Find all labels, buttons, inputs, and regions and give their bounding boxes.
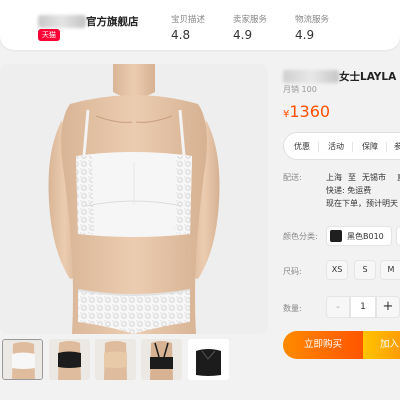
- store-name: 官方旗舰店: [86, 16, 139, 28]
- ship-to-city[interactable]: 无锡市: [362, 172, 386, 183]
- price: ¥1360: [283, 102, 330, 121]
- thumbnail-image: [3, 340, 42, 379]
- store-header: 官方旗舰店 天猫 宝贝描述 4.8 卖家服务 4.9 物流服务 4.9: [0, 0, 400, 50]
- score-description: 宝贝描述 4.8: [171, 13, 205, 42]
- promo-activity[interactable]: 活动: [328, 141, 344, 152]
- quantity-decrease-button[interactable]: -: [326, 296, 350, 318]
- tmall-badge: 天猫: [38, 29, 60, 41]
- score-value: 4.8: [171, 28, 191, 42]
- thumbnail-image: [188, 339, 229, 380]
- price-value: 1360: [289, 102, 331, 121]
- thumbnail-image: [141, 339, 182, 380]
- thumbnail-white-cami[interactable]: [2, 339, 43, 380]
- store-name-blurred: [38, 15, 86, 28]
- promo-discount[interactable]: 优惠: [294, 141, 310, 152]
- main-product-image[interactable]: [0, 64, 268, 334]
- title-blurred: [283, 70, 339, 83]
- thumbnail-image: [95, 339, 136, 380]
- promo-bar: 优惠 活动 保障 参: [283, 132, 400, 160]
- promo-divider: [386, 142, 387, 152]
- score-logistics: 物流服务 4.9: [295, 13, 329, 42]
- promo-guarantee[interactable]: 保障: [362, 141, 378, 152]
- shipping-label: 配送:: [283, 173, 302, 182]
- score-value: 4.9: [233, 28, 253, 42]
- score-service: 卖家服务 4.9: [233, 13, 267, 42]
- promo-divider: [352, 142, 353, 152]
- model-photo: [0, 64, 268, 334]
- shipping-fee: 快递: 免运费: [326, 186, 372, 195]
- color-name: 黑色B010: [347, 232, 384, 241]
- delivery-eta: 现在下单，预计明天: [326, 199, 398, 208]
- color-swatch: [330, 230, 342, 242]
- thumbnail-nude-cami[interactable]: [95, 339, 136, 380]
- quantity-increase-button[interactable]: +: [376, 296, 400, 318]
- thumbnail-black-cami-back[interactable]: [141, 339, 182, 380]
- size-label: 尺码:: [283, 267, 302, 276]
- promo-divider: [318, 142, 319, 152]
- ship-to-word: 至: [348, 173, 356, 182]
- quantity-label: 数量:: [283, 304, 302, 313]
- ship-from: 上海: [326, 173, 342, 182]
- size-option-xs[interactable]: XS: [326, 260, 348, 280]
- add-to-cart-button[interactable]: 加入: [363, 331, 400, 359]
- thumbnail-black-lace-top[interactable]: [188, 339, 229, 380]
- product-title: 女士LAYLA: [283, 66, 396, 85]
- color-option-selected[interactable]: 黑色B010: [326, 226, 392, 246]
- score-label: 宝贝描述: [171, 15, 206, 25]
- score-value: 4.9: [295, 28, 315, 42]
- score-label: 物流服务: [295, 15, 330, 25]
- thumbnail-black-cami[interactable]: [49, 339, 90, 380]
- score-label: 卖家服务: [233, 15, 268, 25]
- product-title-text: 女士LAYLA: [339, 71, 397, 83]
- size-option-s[interactable]: S: [354, 260, 376, 280]
- quantity-input[interactable]: 1: [350, 296, 376, 318]
- monthly-sales: 月销 100: [283, 85, 317, 94]
- promo-params[interactable]: 参: [394, 141, 400, 152]
- size-option-m[interactable]: M: [380, 260, 400, 280]
- color-option-next[interactable]: [396, 226, 400, 246]
- buy-now-button[interactable]: 立即购买: [283, 331, 363, 359]
- product-page: 官方旗舰店 天猫 宝贝描述 4.8 卖家服务 4.9 物流服务 4.9 女士LA…: [0, 0, 400, 400]
- thumbnail-image: [49, 339, 90, 380]
- color-label: 颜色分类:: [283, 232, 318, 241]
- store-name-link[interactable]: 官方旗舰店: [38, 11, 139, 28]
